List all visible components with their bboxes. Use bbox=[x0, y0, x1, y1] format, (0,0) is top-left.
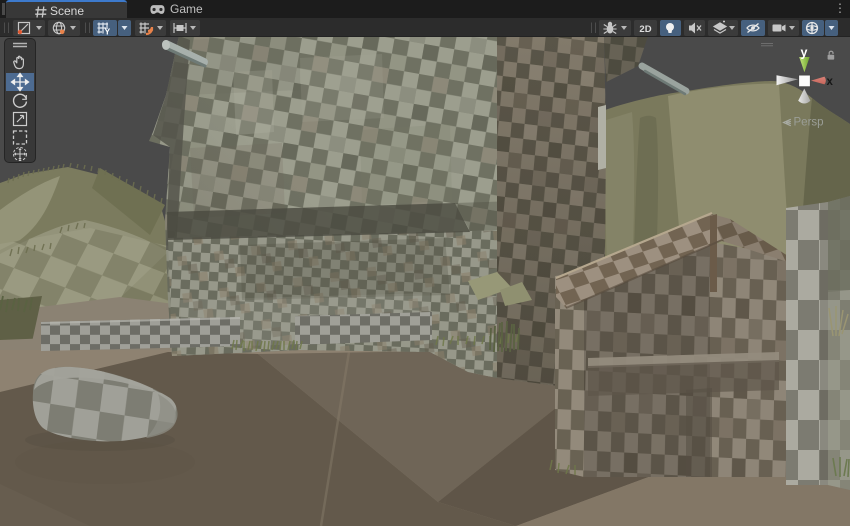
svg-text:2D: 2D bbox=[639, 24, 651, 35]
svg-text:Persp: Persp bbox=[794, 117, 824, 129]
svg-text:Y: Y bbox=[105, 27, 111, 37]
svg-text:x: x bbox=[827, 76, 834, 88]
svg-text:y: y bbox=[801, 46, 808, 60]
